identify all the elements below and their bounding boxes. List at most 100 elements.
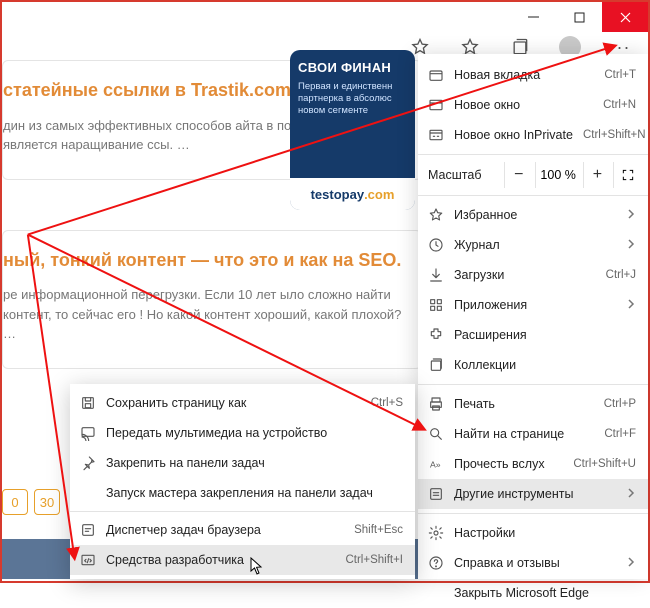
extensions-icon [428,327,444,343]
save-icon [80,395,96,411]
page-number[interactable]: 0 [2,489,28,515]
zoom-out-button[interactable]: − [504,162,533,188]
submenu-item-label: Средства разработчика [106,553,335,567]
submenu-item[interactable]: Диспетчер задач браузера Shift+Esc [70,515,415,545]
submenu-item[interactable]: Передать мультимедиа на устройство [70,418,415,448]
article-title: ный, тонкий контент — что это и как на S… [3,249,405,272]
minimize-button[interactable] [510,2,556,32]
menu-item[interactable]: Приложения [418,290,648,320]
readaloud-icon: A» [428,456,444,472]
submenu-item-label: Закрепить на панели задач [106,456,403,470]
menu-item[interactable]: Избранное [418,200,648,230]
find-icon [428,426,444,442]
submenu-item-label: Запуск мастера закрепления на панели зад… [106,486,403,500]
fullscreen-button[interactable] [613,162,642,188]
menu-item[interactable]: Коллекции [418,350,648,380]
maximize-button[interactable] [556,2,602,32]
menu-item[interactable]: Другие инструменты [418,479,648,509]
submenu-item-label: Сохранить страницу как [106,396,361,410]
menu-item[interactable]: Новое окно InPrivate Ctrl+Shift+N [418,120,648,150]
menu-item-label: Настройки [454,526,636,540]
menu-item-label: Найти на странице [454,427,594,441]
tab-icon [428,67,444,83]
menu-item-shortcut: Ctrl+J [606,269,636,281]
titlebar [2,2,648,32]
collections-icon [428,357,444,373]
blank-icon [428,585,444,601]
menu-item[interactable]: Новая вкладка Ctrl+T [418,60,648,90]
menu-item[interactable]: Настройки [418,518,648,548]
menu-item-label: Расширения [454,328,636,342]
promo-headline: СВОИ ФИНАН [298,60,409,75]
menu-item-shortcut: Ctrl+T [604,69,636,81]
close-button[interactable] [602,2,648,32]
promo-brand: testopay.com [290,178,415,210]
zoom-value: 100 % [535,162,581,188]
apps-icon [428,297,444,313]
promo-banner[interactable]: СВОИ ФИНАН Первая и единственн партнерка… [290,50,415,210]
download-icon [428,267,444,283]
article-excerpt: ре информационной перегрузки. Если 10 ле… [3,285,405,344]
menu-item-label: Новая вкладка [454,68,594,82]
submenu-item-label: Диспетчер задач браузера [106,523,344,537]
menu-item[interactable]: A» Прочесть вслух Ctrl+Shift+U [418,449,648,479]
menu-item-shortcut: Ctrl+Shift+N [583,129,646,141]
menu-item[interactable]: Новое окно Ctrl+N [418,90,648,120]
menu-item-label: Справка и отзывы [454,556,616,570]
chevron-right-icon [626,298,636,312]
svg-text:A»: A» [430,459,441,469]
menu-divider [418,513,648,514]
article-card[interactable]: ный, тонкий контент — что это и как на S… [2,230,422,369]
tools-icon [428,486,444,502]
menu-item[interactable]: Расширения [418,320,648,350]
menu-item-label: Загрузки [454,268,596,282]
submenu-item[interactable]: Средства разработчика Ctrl+Shift+I [70,545,415,575]
window-icon [428,97,444,113]
menu-item[interactable]: Печать Ctrl+P [418,389,648,419]
menu-item[interactable]: Справка и отзывы [418,548,648,578]
submenu-item-shortcut: Shift+Esc [354,524,403,536]
submenu-item-shortcut: Ctrl+Shift+I [345,554,403,566]
submenu-item[interactable]: Запуск мастера закрепления на панели зад… [70,478,415,508]
more-tools-submenu[interactable]: Сохранить страницу как Ctrl+S Передать м… [70,384,415,579]
menu-item-shortcut: Ctrl+F [604,428,636,440]
zoom-label: Масштаб [428,168,502,182]
settings-icon [428,525,444,541]
zoom-controls: Масштаб − 100 % + [418,159,648,191]
inprivate-icon [428,127,444,143]
submenu-item[interactable]: Закрепить на панели задач [70,448,415,478]
menu-divider [418,384,648,385]
page-number[interactable]: 30 [34,489,60,515]
chevron-right-icon [626,556,636,570]
menu-item[interactable]: Найти на странице Ctrl+F [418,419,648,449]
print-icon [428,396,444,412]
cast-icon [80,425,96,441]
menu-item-shortcut: Ctrl+Shift+U [573,458,636,470]
menu-item-shortcut: Ctrl+N [603,99,636,111]
help-icon [428,555,444,571]
blank-icon [80,485,96,501]
menu-item[interactable]: Загрузки Ctrl+J [418,260,648,290]
chevron-right-icon [626,208,636,222]
task-icon [80,522,96,538]
chevron-right-icon [626,487,636,501]
pin-icon [80,455,96,471]
submenu-item[interactable]: Сохранить страницу как Ctrl+S [70,388,415,418]
zoom-in-button[interactable]: + [583,162,612,188]
star-icon [428,207,444,223]
promo-sub: Первая и единственн партнерка в абсолюс … [298,81,409,117]
history-icon [428,237,444,253]
menu-item-label: Другие инструменты [454,487,616,501]
menu-item-label: Закрыть Microsoft Edge [454,586,636,600]
menu-item[interactable]: Журнал [418,230,648,260]
pagination: 0 30 [2,489,60,515]
menu-item-label: Коллекции [454,358,636,372]
menu-item-label: Прочесть вслух [454,457,563,471]
submenu-item-shortcut: Ctrl+S [371,397,403,409]
devtools-icon [80,552,96,568]
menu-item-label: Приложения [454,298,616,312]
menu-item-label: Избранное [454,208,616,222]
menu-item-label: Печать [454,397,594,411]
menu-divider [418,195,648,196]
browser-main-menu[interactable]: Новая вкладка Ctrl+T Новое окно Ctrl+N Н… [418,54,648,579]
